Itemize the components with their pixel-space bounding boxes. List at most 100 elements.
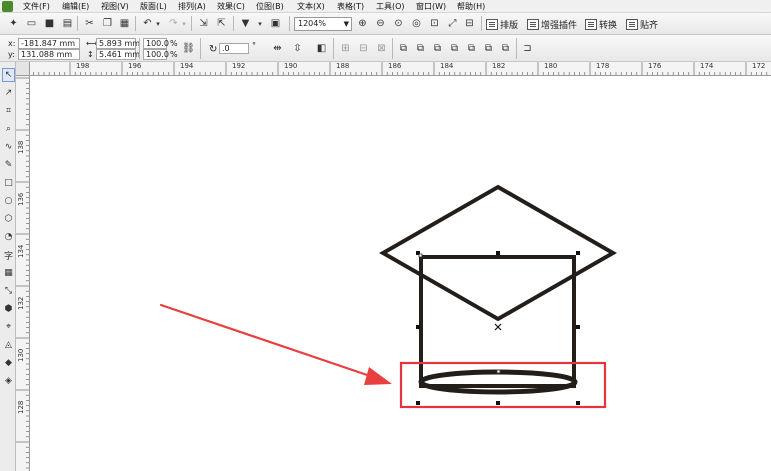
import-icon[interactable]: ⇲ bbox=[196, 16, 211, 31]
smart-fill-tool-icon[interactable]: ✎ bbox=[2, 158, 15, 172]
mirror-horizontal-icon[interactable]: ⇹ bbox=[270, 41, 285, 56]
print-icon[interactable]: ▤ bbox=[60, 16, 75, 31]
menu-text[interactable]: 文本(X) bbox=[297, 1, 325, 12]
menu-help[interactable]: 帮助(H) bbox=[457, 1, 485, 12]
outline-tool-icon[interactable]: ◬ bbox=[2, 338, 15, 352]
enhance-plugin-label: 增强插件 bbox=[541, 20, 578, 31]
shape-node[interactable] bbox=[496, 369, 501, 374]
zoom-to-width-icon[interactable]: ⤢ bbox=[445, 16, 460, 31]
cut-icon[interactable]: ✂ bbox=[82, 16, 97, 31]
freehand-tool-icon[interactable]: ∿ bbox=[2, 140, 15, 154]
menu-effects[interactable]: 效果(C) bbox=[217, 1, 245, 12]
selection-handle[interactable] bbox=[576, 401, 580, 405]
mirror-vertical-icon[interactable]: ⇳ bbox=[290, 41, 305, 56]
back-minus-front-icon[interactable]: ⧉ bbox=[481, 41, 496, 56]
launcher-dropdown-icon[interactable]: ▾ bbox=[256, 16, 264, 31]
menu-bitmaps[interactable]: 位图(B) bbox=[256, 1, 284, 12]
cylinder-body-rectangle[interactable] bbox=[419, 255, 576, 388]
zoom-out-icon[interactable]: ⊖ bbox=[373, 16, 388, 31]
copy-icon[interactable]: ❐ bbox=[100, 16, 115, 31]
selection-handle[interactable] bbox=[496, 251, 500, 255]
pick-tool-icon[interactable]: ↖ bbox=[2, 68, 15, 82]
polygon-tool-icon[interactable]: ⬡ bbox=[2, 212, 15, 226]
export-icon[interactable]: ⇱ bbox=[214, 16, 229, 31]
zoom-level-select[interactable]: 1204% ▼ bbox=[294, 17, 352, 31]
bottom-ellipse[interactable] bbox=[418, 369, 578, 395]
dimension-tool-icon[interactable]: ⤡ bbox=[2, 284, 15, 298]
menu-table[interactable]: 表格(T) bbox=[337, 1, 364, 12]
align-distribute-icon[interactable]: ⊐ bbox=[520, 41, 535, 56]
menu-window[interactable]: 窗口(W) bbox=[416, 1, 446, 12]
zoom-in-icon[interactable]: ⊕ bbox=[355, 16, 370, 31]
undo-icon[interactable]: ↶ bbox=[140, 16, 155, 31]
paste-plugin-button[interactable]: 贴齐 bbox=[626, 16, 658, 32]
rotation-field[interactable]: .0 bbox=[219, 43, 249, 54]
height-field[interactable]: 5.461 mm bbox=[96, 49, 140, 60]
weld-icon[interactable]: ⧉ bbox=[396, 41, 411, 56]
ellipse-tool-icon[interactable]: ○ bbox=[2, 194, 15, 208]
selection-handle[interactable] bbox=[576, 325, 580, 329]
rectangle-tool-icon[interactable]: □ bbox=[2, 176, 15, 190]
create-boundary-icon[interactable]: ⧉ bbox=[498, 41, 513, 56]
save-icon[interactable]: ■ bbox=[42, 16, 57, 31]
group-icon[interactable]: ◧ bbox=[314, 41, 329, 56]
simplify-icon[interactable]: ⧉ bbox=[447, 41, 462, 56]
selection-handle[interactable] bbox=[416, 325, 420, 329]
horizontal-ruler[interactable]: 198 196 194 192 190 188 186 184 182 180 … bbox=[16, 62, 771, 76]
eyedropper-tool-icon[interactable]: ⌖ bbox=[2, 320, 15, 334]
fill-tool-icon[interactable]: ◆ bbox=[2, 356, 15, 370]
menu-tools[interactable]: 工具(O) bbox=[376, 1, 405, 12]
layout-plugin-button[interactable]: 排版 bbox=[486, 16, 518, 32]
enhance-plugin-button[interactable]: 增强插件 bbox=[527, 16, 577, 32]
menu-file[interactable]: 文件(F) bbox=[23, 1, 50, 12]
menu-view[interactable]: 视图(V) bbox=[101, 1, 129, 12]
intersect-icon[interactable]: ⧉ bbox=[430, 41, 445, 56]
shape-node[interactable] bbox=[418, 253, 423, 258]
width-field[interactable]: 5.893 mm bbox=[96, 38, 140, 49]
table-tool-icon[interactable]: ▦ bbox=[2, 266, 15, 280]
open-icon[interactable]: ▭ bbox=[24, 16, 39, 31]
separator bbox=[392, 38, 393, 59]
ungroup-icon[interactable]: ⊞ bbox=[338, 41, 353, 56]
trim-icon[interactable]: ⧉ bbox=[413, 41, 428, 56]
annotation-arrow bbox=[159, 303, 392, 385]
redo-icon[interactable]: ↷ bbox=[166, 16, 181, 31]
lock-ratio-icon[interactable]: ⛓ bbox=[181, 41, 196, 56]
zoom-tool-icon[interactable]: ⌕ bbox=[2, 122, 15, 136]
crop-tool-icon[interactable]: ⌗ bbox=[2, 104, 15, 118]
scale-y-field[interactable]: 100.0 bbox=[143, 49, 169, 60]
menu-edit[interactable]: 编辑(E) bbox=[62, 1, 89, 12]
interactive-tool-icon[interactable]: ⬢ bbox=[2, 302, 15, 316]
selection-handle[interactable] bbox=[416, 401, 420, 405]
menu-layout[interactable]: 版面(L) bbox=[140, 1, 167, 12]
text-tool-icon[interactable]: 字 bbox=[2, 248, 15, 262]
shape-tool-icon[interactable]: ↗ bbox=[2, 86, 15, 100]
paste-icon[interactable]: ▦ bbox=[117, 16, 132, 31]
combine-icon[interactable]: ⊠ bbox=[374, 41, 389, 56]
zoom-to-selected-icon[interactable]: ⊙ bbox=[391, 16, 406, 31]
drawing-canvas[interactable] bbox=[30, 76, 771, 471]
menu-arrange[interactable]: 排列(A) bbox=[178, 1, 206, 12]
redo-dropdown-icon[interactable]: ▾ bbox=[180, 16, 188, 31]
basic-shapes-tool-icon[interactable]: ◔ bbox=[2, 230, 15, 244]
ruler-origin[interactable] bbox=[16, 62, 30, 76]
convert-plugin-button[interactable]: 转换 bbox=[585, 16, 617, 32]
ruler-label: 198 bbox=[76, 62, 90, 70]
zoom-to-height-icon[interactable]: ⊟ bbox=[462, 16, 477, 31]
vertical-ruler[interactable]: 138 136 134 132 130 128 bbox=[16, 76, 30, 471]
selection-handle[interactable] bbox=[496, 401, 500, 405]
application-launcher-icon[interactable]: ▼ bbox=[238, 16, 253, 31]
undo-dropdown-icon[interactable]: ▾ bbox=[154, 16, 162, 31]
x-position-field[interactable]: -181.847 mm bbox=[18, 38, 80, 49]
front-minus-back-icon[interactable]: ⧉ bbox=[464, 41, 479, 56]
zoom-to-page-icon[interactable]: ⊡ bbox=[427, 16, 442, 31]
selection-center-marker[interactable] bbox=[494, 323, 502, 331]
zoom-to-all-icon[interactable]: ◎ bbox=[409, 16, 424, 31]
selection-handle[interactable] bbox=[576, 251, 580, 255]
welcome-screen-icon[interactable]: ▣ bbox=[268, 16, 283, 31]
y-position-field[interactable]: 131.088 mm bbox=[18, 49, 80, 60]
scale-x-field[interactable]: 100.0 bbox=[143, 38, 169, 49]
ungroup-all-icon[interactable]: ⊟ bbox=[356, 41, 371, 56]
new-document-icon[interactable]: ✦ bbox=[6, 16, 21, 31]
interactive-fill-tool-icon[interactable]: ◈ bbox=[2, 374, 15, 388]
